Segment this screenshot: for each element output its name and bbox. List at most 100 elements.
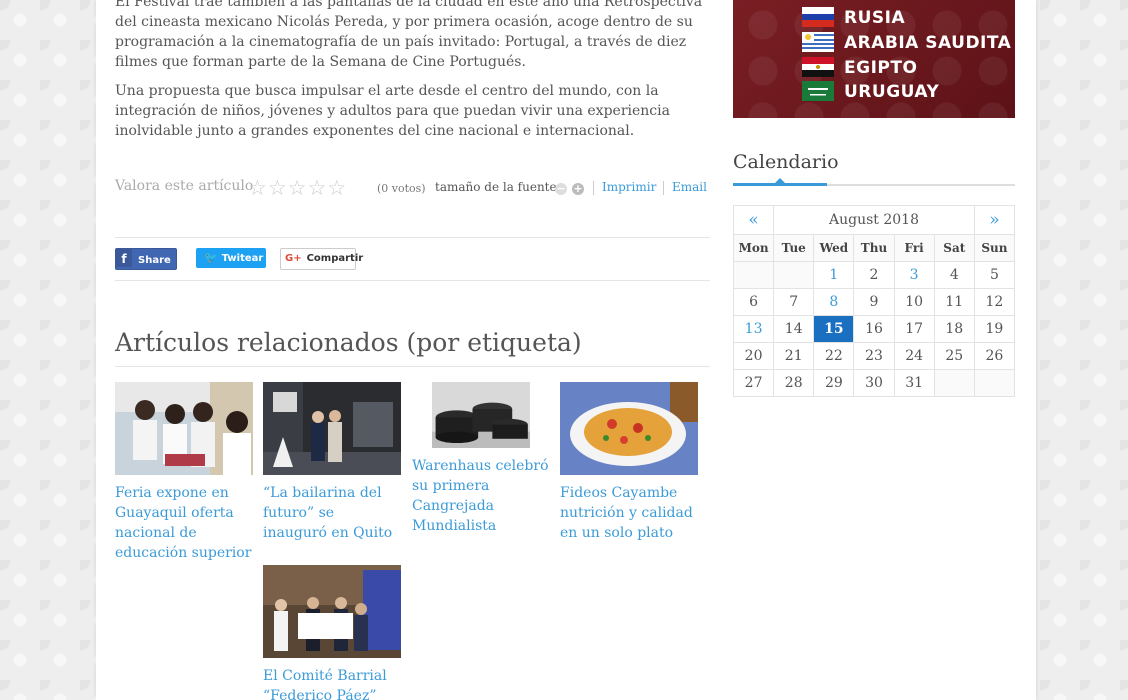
vote-count: (0 votos) xyxy=(377,182,426,195)
related-article-thumbnail[interactable] xyxy=(412,382,550,448)
related-article-card[interactable]: Warenhaus celebró su primera Cangrejada … xyxy=(412,382,550,536)
related-article-card[interactable]: El Comité Barrial “Federico Páez” xyxy=(263,565,401,700)
related-article-link[interactable]: El Comité Barrial “Federico Páez” xyxy=(263,666,401,700)
related-article-card[interactable]: Fideos Cayambe nutrición y calidad en un… xyxy=(560,382,698,543)
google-plus-share-button[interactable]: G+ Compartir xyxy=(280,248,363,270)
calendar-day-link[interactable]: 1 xyxy=(813,261,855,289)
divider xyxy=(115,280,710,281)
chevron-left-icon: « xyxy=(748,210,759,230)
rating-stars: ☆☆☆☆☆ xyxy=(248,177,347,199)
related-article-link[interactable]: “La bailarina del futuro” se inauguró en… xyxy=(263,483,401,543)
facebook-share-button[interactable]: f Share xyxy=(115,248,177,270)
calendar-day: 26 xyxy=(973,342,1016,370)
email-link[interactable]: Email xyxy=(672,180,707,194)
calendar-day-today[interactable]: 15 xyxy=(813,315,855,343)
weekday-label: Tue xyxy=(773,234,815,262)
google-plus-icon: G+ xyxy=(285,253,302,264)
calendar-month-label: August 2018 xyxy=(773,205,975,235)
calendar-day: 6 xyxy=(732,288,775,316)
star-icon-2[interactable]: ☆ xyxy=(268,176,287,200)
banner-country: RUSIA xyxy=(844,8,906,28)
related-article-card[interactable]: Feria expone en Guayaquil oferta naciona… xyxy=(115,382,253,563)
calendar-day: 4 xyxy=(933,261,975,289)
font-increase-button[interactable]: + xyxy=(572,183,584,195)
world-cup-group-banner[interactable]: RUSIA ARABIA SAUDITA EGIPTO URUGUAY xyxy=(733,0,1015,118)
calendar-day: 20 xyxy=(732,342,775,370)
weekday-label: Sun xyxy=(973,234,1016,262)
calendar-day: 14 xyxy=(773,315,815,343)
related-article-card[interactable]: “La bailarina del futuro” se inauguró en… xyxy=(263,382,401,543)
rating-label: Valora este artículo xyxy=(115,178,254,194)
font-decrease-button[interactable]: − xyxy=(555,183,567,195)
page-container: El Festival trae también a las pantallas… xyxy=(96,0,1036,700)
twitter-bird-icon: 🐦 xyxy=(204,251,218,264)
calendar-day: 31 xyxy=(893,369,935,397)
article-paragraph-2: Una propuesta que busca impulsar el arte… xyxy=(115,83,670,139)
calendar-day: 10 xyxy=(893,288,935,316)
twitter-share-button[interactable]: 🐦 Twitear xyxy=(196,248,266,268)
calendar-day: 12 xyxy=(973,288,1016,316)
calendar-day: 21 xyxy=(773,342,815,370)
related-articles-title: Artículos relacionados (por etiqueta) xyxy=(115,328,582,357)
calendar-prev-button[interactable]: « xyxy=(732,205,775,235)
russia-flag-icon xyxy=(802,7,834,27)
calendar-day-link[interactable]: 13 xyxy=(732,315,775,343)
calendar-day: 7 xyxy=(773,288,815,316)
chevron-right-icon: » xyxy=(989,210,1000,230)
related-article-link[interactable]: Warenhaus celebró su primera Cangrejada … xyxy=(412,456,550,536)
calendar-day: 18 xyxy=(933,315,975,343)
calendar-day: 11 xyxy=(933,288,975,316)
related-article-thumbnail[interactable] xyxy=(115,382,253,475)
facebook-icon: f xyxy=(116,249,132,267)
calendar-day: 30 xyxy=(853,369,895,397)
star-icon-4[interactable]: ☆ xyxy=(307,176,326,200)
calendar-day-link[interactable]: 3 xyxy=(893,261,935,289)
facebook-share-label: Share xyxy=(138,255,171,266)
related-article-thumbnail[interactable] xyxy=(263,565,401,658)
calendar-day: 2 xyxy=(853,261,895,289)
calendar-week-row: 27 28 29 30 31 xyxy=(732,369,1016,397)
calendar-day: 17 xyxy=(893,315,935,343)
related-article-thumbnail[interactable] xyxy=(560,382,698,475)
weekday-label: Thu xyxy=(853,234,895,262)
calendar-title-accent xyxy=(733,183,827,186)
calendar-week-row: 12345 xyxy=(732,261,1016,289)
calendar-title: Calendario xyxy=(733,151,839,173)
banner-country: EGIPTO xyxy=(844,58,918,78)
weekday-label: Wed xyxy=(813,234,855,262)
twitter-share-label: Twitear xyxy=(221,253,264,264)
weekday-label: Mon xyxy=(732,234,775,262)
star-icon-1[interactable]: ☆ xyxy=(248,176,267,200)
calendar-day: 22 xyxy=(813,342,855,370)
related-article-link[interactable]: Feria expone en Guayaquil oferta naciona… xyxy=(115,483,253,563)
font-size-label: tamaño de la fuente xyxy=(435,180,557,194)
star-icon-3[interactable]: ☆ xyxy=(288,176,307,200)
calendar-empty-cell xyxy=(973,369,1016,397)
google-share-label: Compartir xyxy=(306,253,364,264)
weekday-label: Fri xyxy=(893,234,935,262)
calendar-day: 5 xyxy=(973,261,1016,289)
calendar-day: 28 xyxy=(773,369,815,397)
calendar-day-link[interactable]: 8 xyxy=(813,288,855,316)
calendar-week-row: 13 14 15 16 17 18 19 xyxy=(732,315,1016,343)
calendar-empty-cell xyxy=(933,369,975,397)
toolbar-divider xyxy=(663,181,664,195)
calendar-weekday-row: Mon Tue Wed Thu Fri Sat Sun xyxy=(732,234,1016,262)
star-icon-5[interactable]: ☆ xyxy=(327,176,346,200)
egypt-flag-icon xyxy=(802,57,834,77)
calendar-empty-cell xyxy=(732,261,775,289)
calendar-days: 1 2 3 4 5 6 7 8 9 10 11 12 13 14 15 16 17 18 19 20 21 22 23 24 2… xyxy=(732,261,1016,397)
calendar-day: 25 xyxy=(933,342,975,370)
calendar-title-caret xyxy=(775,178,785,183)
calendar-day: 23 xyxy=(853,342,895,370)
calendar-empty-cell xyxy=(773,261,815,289)
related-article-thumbnail[interactable] xyxy=(263,382,401,475)
related-article-link[interactable]: Fideos Cayambe nutrición y calidad en un… xyxy=(560,483,698,543)
article-toolbar: Valora este artículo ☆☆☆☆☆ (0 votos) tam… xyxy=(115,175,710,201)
calendar-day: 27 xyxy=(732,369,775,397)
calendar-next-button[interactable]: » xyxy=(973,205,1016,235)
related-title-underline xyxy=(115,366,710,367)
saudi-arabia-flag-icon xyxy=(802,81,834,101)
banner-country: ARABIA SAUDITA xyxy=(844,33,1012,53)
print-link[interactable]: Imprimir xyxy=(602,180,656,194)
